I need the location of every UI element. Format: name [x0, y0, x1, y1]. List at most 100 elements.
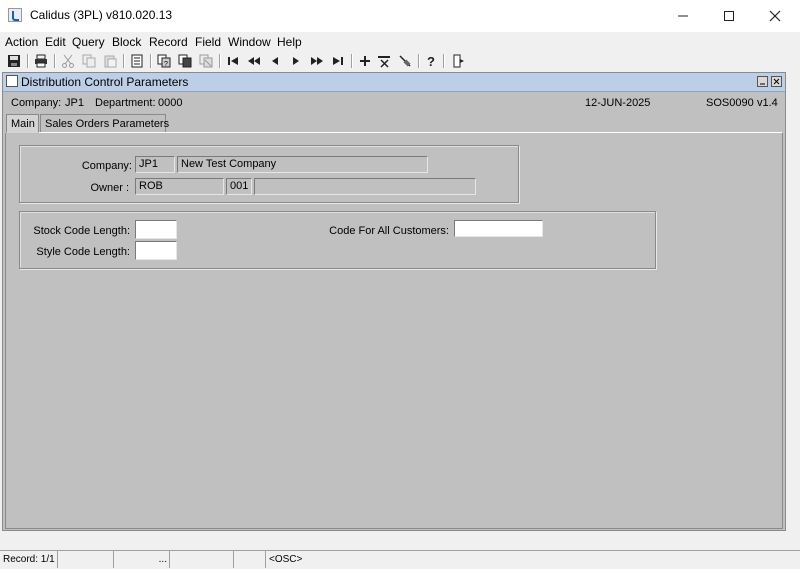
owner-code-field: 001 [226, 178, 252, 195]
form-window: Distribution Control Parameters Company:… [2, 72, 786, 531]
style-code-length-input[interactable] [135, 241, 177, 260]
header-company-value: JP1 [65, 97, 84, 109]
clear-record-icon [399, 55, 411, 67]
stock-code-length-label: Stock Code Length: [33, 225, 130, 237]
status-record: Record: 1/1 [0, 551, 58, 568]
close-icon [769, 10, 781, 22]
execute-query-icon [178, 54, 192, 68]
enter-query-icon: ? [157, 54, 171, 68]
save-icon [8, 55, 20, 67]
menu-window[interactable]: Window [228, 35, 271, 49]
stock-code-length-input[interactable] [135, 220, 177, 239]
last-record-icon [333, 57, 343, 65]
print-button[interactable] [33, 53, 49, 69]
svg-text:?: ? [164, 61, 168, 68]
header-department-value: 0000 [158, 97, 183, 109]
status-bar: Record: 1/1 ... <OSC> [0, 550, 800, 569]
next-block-icon [311, 57, 323, 65]
save-button[interactable] [6, 53, 22, 69]
menu-query[interactable]: Query [72, 35, 105, 49]
toolbar-separator [443, 54, 445, 68]
clear-record-button[interactable] [397, 53, 413, 69]
enter-query-button[interactable]: ? [156, 53, 172, 69]
form-title: Distribution Control Parameters [21, 75, 189, 89]
delete-record-button[interactable] [376, 53, 392, 69]
toolbar-separator [54, 54, 56, 68]
cut-button[interactable] [60, 53, 76, 69]
maximize-button[interactable] [706, 0, 752, 32]
menu-help[interactable]: Help [277, 35, 302, 49]
code-for-all-customers-input[interactable] [454, 220, 543, 237]
main-tab-panel: Company: JP1 New Test Company Owner : RO… [5, 132, 783, 529]
window-titlebar: Calidus (3PL) v810.020.13 [0, 0, 800, 33]
menu-record[interactable]: Record [149, 35, 188, 49]
list-button[interactable] [129, 53, 145, 69]
next-block-button[interactable] [309, 53, 325, 69]
form-minimize-button[interactable] [757, 76, 768, 87]
tab-main[interactable]: Main [6, 114, 39, 133]
help-icon: ? [427, 54, 435, 68]
close-icon [773, 78, 780, 85]
company-code-field: JP1 [135, 156, 175, 173]
code-parameters-group: Stock Code Length: Style Code Length: Co… [19, 211, 656, 269]
print-icon [35, 54, 47, 68]
paste-icon [104, 55, 117, 68]
exit-icon [453, 54, 464, 68]
company-owner-group: Company: JP1 New Test Company Owner : RO… [19, 145, 519, 203]
toolbar: ? ? [0, 51, 800, 71]
form-close-button[interactable] [771, 76, 782, 87]
toolbar-separator [150, 54, 152, 68]
style-code-length-label: Style Code Length: [36, 246, 130, 258]
menu-field[interactable]: Field [195, 35, 221, 49]
java-app-icon [8, 8, 22, 22]
code-for-all-customers-label: Code For All Customers: [329, 225, 449, 237]
header-company-label: Company: [11, 97, 62, 109]
copy-icon [82, 54, 96, 68]
previous-block-icon [248, 57, 260, 65]
company-label: Company: [81, 160, 132, 172]
owner-description-field [254, 178, 476, 195]
minimize-button[interactable] [660, 0, 706, 32]
owner-label: Owner : [90, 182, 129, 194]
next-record-icon [293, 57, 299, 65]
menu-bar: Action Edit Query Block Record Field Win… [0, 32, 800, 50]
exit-button[interactable] [451, 53, 467, 69]
toolbar-separator [418, 54, 420, 68]
minimize-icon [678, 15, 688, 17]
previous-block-button[interactable] [246, 53, 262, 69]
company-name-field: New Test Company [177, 156, 428, 173]
header-department-label: Department: [95, 97, 156, 109]
toolbar-separator [27, 54, 29, 68]
menu-action[interactable]: Action [5, 35, 38, 49]
status-list-indicator: ... [114, 551, 170, 568]
status-cell-4 [170, 551, 234, 568]
last-record-button[interactable] [330, 53, 346, 69]
execute-query-button[interactable] [177, 53, 193, 69]
owner-field: ROB [135, 178, 224, 195]
form-window-icon [6, 75, 18, 87]
status-cell-2 [58, 551, 114, 568]
form-titlebar: Distribution Control Parameters [3, 73, 785, 92]
first-record-button[interactable] [225, 53, 241, 69]
copy-button[interactable] [81, 53, 97, 69]
insert-record-button[interactable] [357, 53, 373, 69]
svg-text:?: ? [427, 54, 435, 68]
tab-sales-orders-parameters[interactable]: Sales Orders Parameters [40, 114, 169, 132]
cut-icon [62, 54, 74, 68]
paste-button[interactable] [102, 53, 118, 69]
menu-block[interactable]: Block [112, 35, 141, 49]
toolbar-separator [219, 54, 221, 68]
next-record-button[interactable] [288, 53, 304, 69]
toolbar-separator [123, 54, 125, 68]
close-button[interactable] [752, 0, 798, 32]
cancel-query-icon [199, 54, 213, 68]
list-icon [131, 54, 143, 68]
previous-record-button[interactable] [267, 53, 283, 69]
menu-edit[interactable]: Edit [45, 35, 66, 49]
help-button[interactable]: ? [423, 53, 439, 69]
maximize-icon [724, 11, 734, 21]
status-cell-5 [234, 551, 266, 568]
cancel-query-button[interactable] [198, 53, 214, 69]
first-record-icon [228, 57, 238, 65]
insert-record-icon [360, 56, 370, 66]
